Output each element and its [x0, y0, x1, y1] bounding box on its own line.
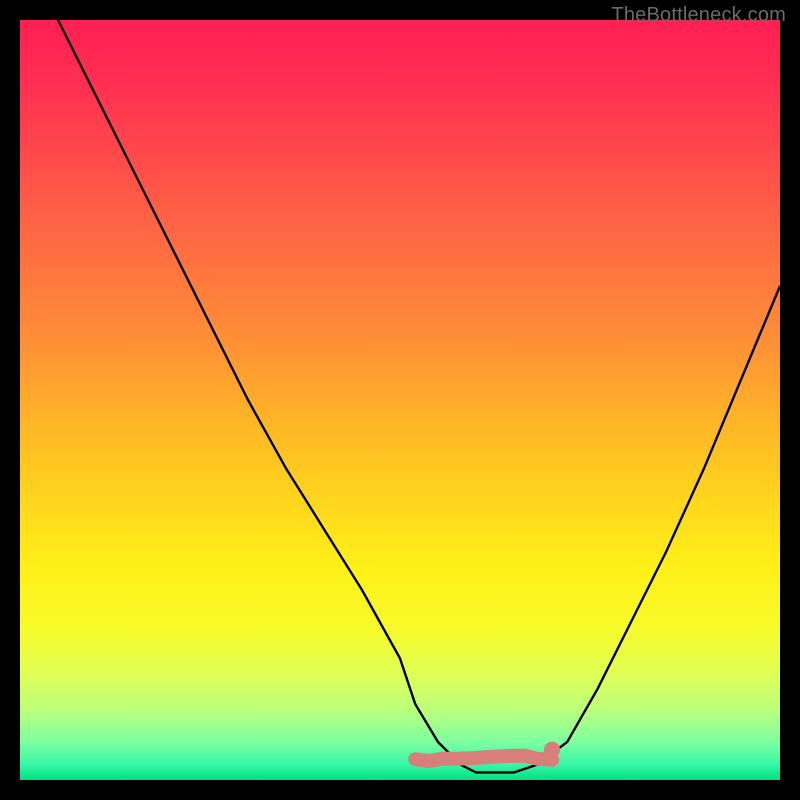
selection-marker — [544, 742, 560, 758]
optimal-range-band — [415, 756, 552, 761]
bottleneck-curve-layer — [20, 20, 780, 780]
bottleneck-curve — [58, 20, 780, 772]
watermark-text: TheBottleneck.com — [611, 4, 786, 27]
chart-frame — [20, 20, 780, 780]
